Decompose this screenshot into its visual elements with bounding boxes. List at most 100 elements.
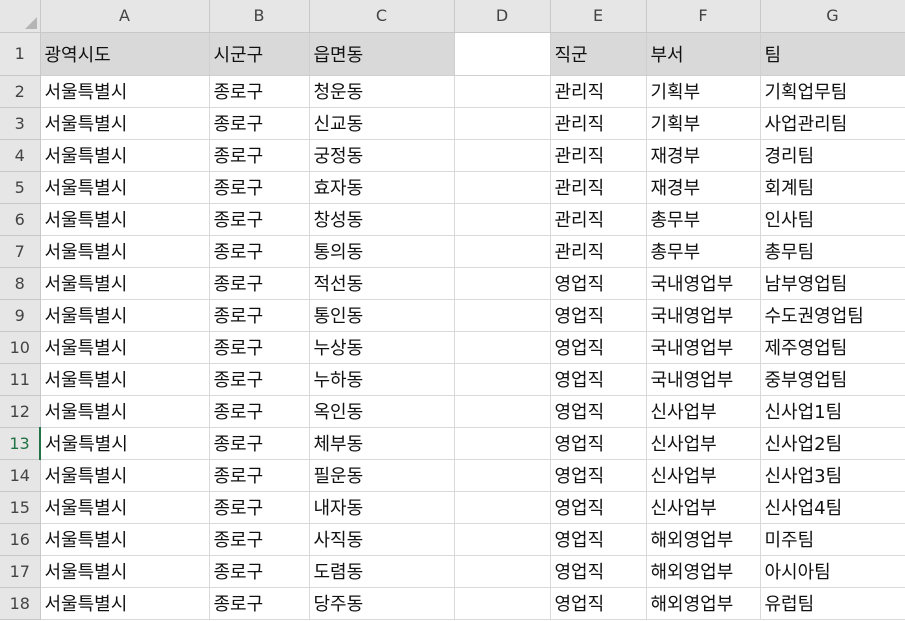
cell-c[interactable]: 당주동 [309,587,455,620]
cell-d[interactable] [454,299,551,332]
cell-f[interactable]: 신사업부 [646,459,761,492]
cell-f[interactable]: 총무부 [646,235,761,268]
cell-d[interactable] [454,331,551,364]
row-header[interactable]: 10 [0,331,41,364]
row-header[interactable]: 3 [0,107,41,140]
cell-header-b[interactable]: 시군구 [209,32,310,76]
cell-d[interactable] [454,363,551,396]
cell-a[interactable]: 서울특별시 [40,203,210,236]
cell-b[interactable]: 종로구 [209,459,310,492]
cell-b[interactable]: 종로구 [209,363,310,396]
cell-d[interactable] [454,523,551,556]
cell-b[interactable]: 종로구 [209,299,310,332]
cell-d[interactable] [454,107,551,140]
row-header[interactable]: 7 [0,235,41,268]
select-all-button[interactable] [0,0,41,33]
cell-f[interactable]: 해외영업부 [646,587,761,620]
row-header[interactable]: 17 [0,555,41,588]
cell-b[interactable]: 종로구 [209,427,310,460]
row-header[interactable]: 1 [0,32,41,76]
cell-f[interactable]: 신사업부 [646,491,761,524]
cell-g[interactable]: 남부영업팀 [760,267,905,300]
cell-b[interactable]: 종로구 [209,491,310,524]
cell-d[interactable] [454,587,551,620]
cell-e[interactable]: 영업직 [550,331,647,364]
row-header[interactable]: 13 [0,427,41,460]
cell-e[interactable]: 관리직 [550,203,647,236]
row-header[interactable]: 16 [0,523,41,556]
column-header-b[interactable]: B [209,0,310,33]
row-header[interactable]: 12 [0,395,41,428]
row-header[interactable]: 6 [0,203,41,236]
cell-header-c[interactable]: 읍면동 [309,32,455,76]
cell-e[interactable]: 관리직 [550,75,647,108]
cell-e[interactable]: 영업직 [550,427,647,460]
cell-f[interactable]: 기획부 [646,107,761,140]
cell-a[interactable]: 서울특별시 [40,395,210,428]
cell-c[interactable]: 누상동 [309,331,455,364]
cell-e[interactable]: 관리직 [550,139,647,172]
cell-c[interactable]: 필운동 [309,459,455,492]
row-header[interactable]: 4 [0,139,41,172]
cell-c[interactable]: 통의동 [309,235,455,268]
cell-g[interactable]: 경리팀 [760,139,905,172]
cell-f[interactable]: 신사업부 [646,427,761,460]
cell-b[interactable]: 종로구 [209,203,310,236]
cell-e[interactable]: 관리직 [550,171,647,204]
cell-d[interactable] [454,203,551,236]
cell-d[interactable] [454,395,551,428]
cell-e[interactable]: 영업직 [550,523,647,556]
cell-g[interactable]: 수도권영업팀 [760,299,905,332]
cell-c[interactable]: 사직동 [309,523,455,556]
cell-g[interactable]: 중부영업팀 [760,363,905,396]
cell-g[interactable]: 신사업4팀 [760,491,905,524]
cell-f[interactable]: 재경부 [646,171,761,204]
cell-g[interactable]: 미주팀 [760,523,905,556]
cell-c[interactable]: 창성동 [309,203,455,236]
cell-g[interactable]: 인사팀 [760,203,905,236]
row-header[interactable]: 14 [0,459,41,492]
cell-f[interactable]: 해외영업부 [646,523,761,556]
cell-g[interactable]: 신사업3팀 [760,459,905,492]
cell-a[interactable]: 서울특별시 [40,139,210,172]
cell-a[interactable]: 서울특별시 [40,75,210,108]
cell-f[interactable]: 해외영업부 [646,555,761,588]
cell-g[interactable]: 회계팀 [760,171,905,204]
cell-c[interactable]: 누하동 [309,363,455,396]
cell-b[interactable]: 종로구 [209,395,310,428]
cell-b[interactable]: 종로구 [209,587,310,620]
cell-g[interactable]: 제주영업팀 [760,331,905,364]
cell-c[interactable]: 내자동 [309,491,455,524]
cell-b[interactable]: 종로구 [209,75,310,108]
cell-a[interactable]: 서울특별시 [40,107,210,140]
cell-g[interactable]: 총무팀 [760,235,905,268]
cell-d[interactable] [454,555,551,588]
cell-a[interactable]: 서울특별시 [40,331,210,364]
cell-d[interactable] [454,235,551,268]
cell-a[interactable]: 서울특별시 [40,491,210,524]
cell-header-d[interactable] [454,32,551,76]
cell-d[interactable] [454,427,551,460]
column-header-e[interactable]: E [550,0,647,33]
cell-b[interactable]: 종로구 [209,107,310,140]
cell-g[interactable]: 기획업무팀 [760,75,905,108]
cell-f[interactable]: 총무부 [646,203,761,236]
cell-a[interactable]: 서울특별시 [40,587,210,620]
cell-e[interactable]: 관리직 [550,107,647,140]
cell-c[interactable]: 적선동 [309,267,455,300]
cell-d[interactable] [454,171,551,204]
cell-c[interactable]: 통인동 [309,299,455,332]
cell-a[interactable]: 서울특별시 [40,427,210,460]
cell-g[interactable]: 유럽팀 [760,587,905,620]
row-header[interactable]: 8 [0,267,41,300]
cell-a[interactable]: 서울특별시 [40,523,210,556]
cell-a[interactable]: 서울특별시 [40,555,210,588]
cell-e[interactable]: 영업직 [550,299,647,332]
cell-f[interactable]: 국내영업부 [646,331,761,364]
row-header[interactable]: 18 [0,587,41,620]
column-header-a[interactable]: A [40,0,210,33]
cell-b[interactable]: 종로구 [209,267,310,300]
cell-a[interactable]: 서울특별시 [40,299,210,332]
cell-c[interactable]: 체부동 [309,427,455,460]
cell-c[interactable]: 신교동 [309,107,455,140]
